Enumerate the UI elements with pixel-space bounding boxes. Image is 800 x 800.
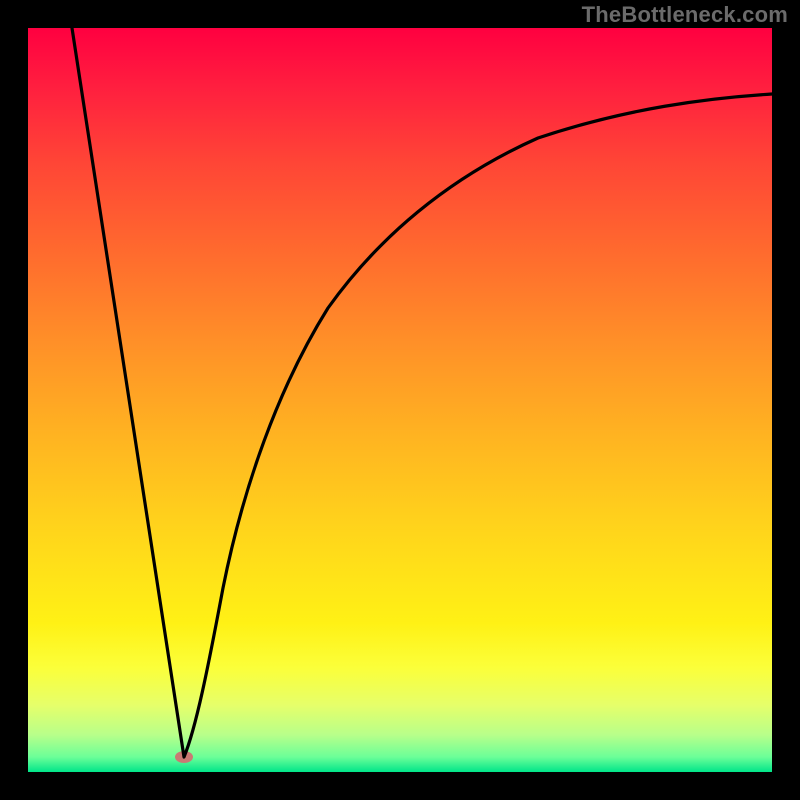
curve-line [28,28,772,772]
watermark-text: TheBottleneck.com [582,2,788,28]
curve-path [72,28,772,757]
chart-container: TheBottleneck.com [0,0,800,800]
plot-area [28,28,772,772]
